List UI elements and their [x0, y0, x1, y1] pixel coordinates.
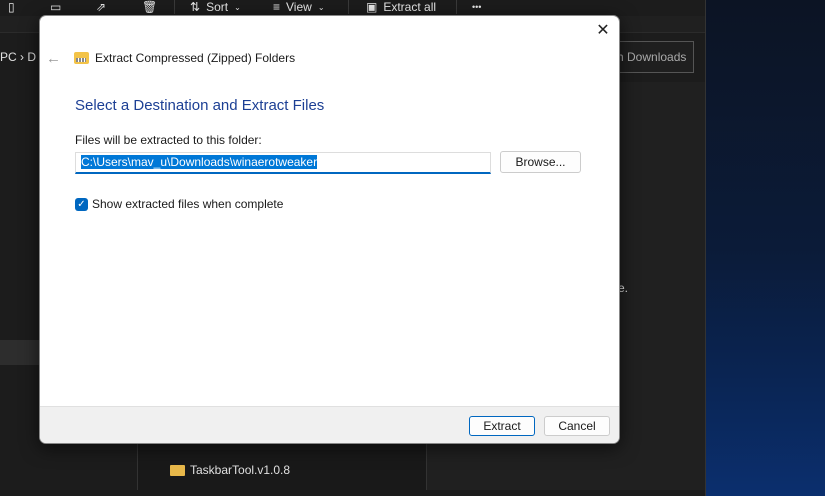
- view-icon: ≡: [273, 0, 281, 14]
- copy-icon[interactable]: ▯: [8, 0, 15, 15]
- close-button[interactable]: ✕: [593, 21, 613, 41]
- browse-button[interactable]: Browse...: [500, 151, 581, 173]
- show-extracted-files-checkbox[interactable]: ✓ Show extracted files when complete: [75, 197, 283, 211]
- delete-icon[interactable]: 🗑: [142, 0, 157, 15]
- share-icon[interactable]: ⇗: [96, 0, 106, 15]
- sort-button[interactable]: ⇅ Sort ⌄: [190, 0, 241, 15]
- back-arrow-icon[interactable]: ←: [46, 50, 61, 67]
- extract-all-button[interactable]: ▣ Extract all: [366, 0, 436, 15]
- extract-icon: ▣: [366, 0, 378, 14]
- folder-icon: [170, 464, 185, 476]
- dialog-heading: Select a Destination and Extract Files: [75, 97, 325, 114]
- desktop-wallpaper: [705, 0, 825, 496]
- breadcrumb[interactable]: PC › D: [0, 50, 36, 64]
- path-label: Files will be extracted to this folder:: [75, 133, 262, 147]
- view-button[interactable]: ≡ View ⌄: [273, 0, 325, 15]
- zipped-folder-icon: [74, 52, 89, 64]
- dialog-title: Extract Compressed (Zipped) Folders: [74, 51, 295, 65]
- dialog-footer: Extract Cancel: [40, 406, 619, 443]
- destination-path-input[interactable]: C:\Users\mav_u\Downloads\winaerotweaker: [75, 152, 491, 174]
- checkmark-icon: ✓: [75, 197, 88, 211]
- list-item[interactable]: TaskbarTool.v1.0.8: [170, 463, 290, 477]
- extract-button[interactable]: Extract: [469, 416, 535, 436]
- more-button[interactable]: •••: [472, 0, 481, 15]
- rename-icon[interactable]: ▭: [50, 0, 61, 15]
- chevron-down-icon: ⌄: [317, 2, 325, 12]
- status-bar: [0, 490, 705, 496]
- nav-item-selected[interactable]: [0, 340, 40, 365]
- extract-dialog: ✕ ← Extract Compressed (Zipped) Folders …: [39, 15, 620, 444]
- chevron-down-icon: ⌄: [234, 2, 241, 12]
- toolbar: ▯ ▭ ⇗ 🗑 ⇅ Sort ⌄ ≡ View ⌄ ▣ Extract all •••: [0, 0, 705, 16]
- cancel-button[interactable]: Cancel: [544, 416, 610, 436]
- sort-icon: ⇅: [190, 0, 201, 14]
